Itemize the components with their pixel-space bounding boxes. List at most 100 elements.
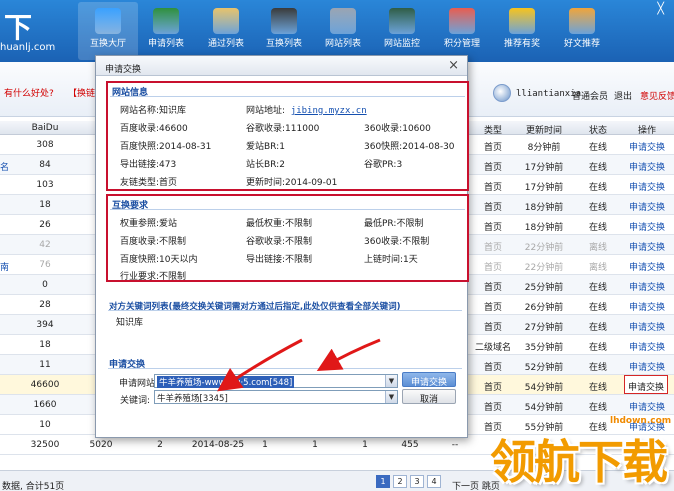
calendar-icon bbox=[449, 8, 475, 34]
nav-label: 互换列表 bbox=[265, 39, 302, 49]
nav-item-3[interactable]: 通过列表 bbox=[196, 2, 256, 60]
keyword-select[interactable]: 牛羊养殖场[3345] ▼ bbox=[154, 390, 398, 404]
nav-label: 网站列表 bbox=[324, 39, 361, 49]
nav-item-9[interactable]: 好文推荐 bbox=[552, 2, 612, 60]
cell-type: 首页 bbox=[483, 223, 502, 233]
clipboard-icon bbox=[213, 8, 239, 34]
benefit-link[interactable]: 有什么好处? bbox=[4, 86, 54, 99]
cell-baidu: 28 bbox=[39, 300, 51, 310]
row-apply-link[interactable]: 申请交换 bbox=[624, 360, 670, 373]
req-snapshot-field: 百度快照:10天以内 bbox=[120, 255, 198, 265]
cancel-button[interactable]: 取消 bbox=[402, 389, 456, 405]
cell-type: 二级域名 bbox=[474, 343, 511, 353]
cell-status: 在线 bbox=[588, 343, 607, 353]
snapshot-360-field: 360快照:2014-08-30 bbox=[364, 142, 455, 152]
cell-status: 在线 bbox=[588, 223, 607, 233]
logout-link[interactable]: 退出 bbox=[614, 89, 632, 102]
baidu-snapshot-field: 百度快照:2014-08-31 bbox=[120, 142, 212, 152]
cell-baidu: 18 bbox=[39, 340, 51, 350]
keyword-value: 牛羊养殖场[3345] bbox=[157, 394, 228, 404]
row-apply-link[interactable]: 申请交换 bbox=[624, 300, 670, 313]
cell-baidu: 308 bbox=[36, 140, 54, 150]
dialog-close-icon[interactable]: × bbox=[448, 58, 459, 73]
cell-status: 在线 bbox=[588, 403, 607, 413]
nav-item-6[interactable]: 网站监控 bbox=[372, 2, 432, 60]
row-apply-link[interactable]: 申请交换 bbox=[624, 400, 670, 413]
nav-item-5[interactable]: 网站列表 bbox=[313, 2, 373, 60]
nav-item-1[interactable]: 互换大厅 bbox=[78, 2, 138, 60]
baidu-index-field: 百度收录:46600 bbox=[120, 124, 188, 134]
row-apply-link[interactable]: 申请交换 bbox=[624, 280, 670, 293]
cell: 1 bbox=[362, 440, 368, 450]
page-button[interactable]: 1 bbox=[376, 475, 390, 488]
cell-baidu: 1660 bbox=[33, 400, 57, 410]
cell-update-time: 52分钟前 bbox=[524, 363, 564, 373]
cell: 1 bbox=[262, 440, 268, 450]
row-apply-link[interactable]: 申请交换 bbox=[624, 220, 670, 233]
screen-icon bbox=[271, 8, 297, 34]
watermark-url: lhdown.com bbox=[610, 416, 672, 426]
chevron-down-icon[interactable]: ▼ bbox=[385, 375, 397, 387]
monitor-icon bbox=[95, 8, 121, 34]
page-button[interactable]: 3 bbox=[410, 475, 424, 488]
cell-baidu: 26 bbox=[39, 220, 51, 230]
nav-item-2[interactable]: 申请列表 bbox=[136, 2, 196, 60]
nav-label: 好文推荐 bbox=[563, 39, 600, 49]
cell: 2 bbox=[157, 440, 163, 450]
row-apply-link[interactable]: 申请交换 bbox=[624, 340, 670, 353]
aizhan-br-field: 爱站BR:1 bbox=[246, 142, 285, 152]
min-weight-field: 最低权重:不限制 bbox=[246, 219, 313, 229]
row-apply-link[interactable]: 申请交换 bbox=[624, 320, 670, 333]
row-apply-link[interactable]: 申请交换 bbox=[624, 200, 670, 213]
cell-type: 首页 bbox=[483, 323, 502, 333]
apply-site-value: 牛羊养殖场-www.niu·5.com[548] bbox=[157, 376, 295, 388]
chevron-down-icon[interactable]: ▼ bbox=[385, 391, 397, 403]
google-pr-field: 谷歌PR:3 bbox=[364, 160, 403, 170]
apply-site-select[interactable]: 牛羊养殖场-www.niu·5.com[548] ▼ bbox=[154, 374, 398, 388]
site-url-field: 网站地址: jibing.myzx.cn bbox=[246, 106, 367, 116]
row-site-link[interactable]: 南 bbox=[0, 260, 9, 273]
star-icon bbox=[509, 8, 535, 34]
nav-item-7[interactable]: 积分管理 bbox=[432, 2, 492, 60]
cell-baidu: 46600 bbox=[30, 380, 60, 390]
page-button[interactable]: 2 bbox=[393, 475, 407, 488]
cell-update-time: 54分钟前 bbox=[524, 403, 564, 413]
row-apply-link[interactable]: 申请交换 bbox=[624, 160, 670, 173]
row-apply-link[interactable]: 申请交换 bbox=[624, 260, 670, 273]
globe-icon bbox=[389, 8, 415, 34]
row-apply-link[interactable]: 申请交换 bbox=[624, 140, 670, 153]
row-apply-button[interactable]: 申请交换 bbox=[624, 375, 668, 394]
site-name-field: 网站名称:知识库 bbox=[120, 106, 187, 116]
cell-baidu: 11 bbox=[39, 360, 51, 370]
apply-exchange-button[interactable]: 申请交换 bbox=[402, 372, 456, 388]
cell-update-time: 26分钟前 bbox=[524, 303, 564, 313]
nav-item-8[interactable]: 推荐有奖 bbox=[492, 2, 552, 60]
req-google-field: 谷歌收录:不限制 bbox=[246, 237, 313, 247]
zhanzhang-br-field: 站长BR:2 bbox=[246, 160, 285, 170]
cell-status: 在线 bbox=[588, 143, 607, 153]
cell-status: 在线 bbox=[588, 183, 607, 193]
user-avatar-icon bbox=[493, 84, 511, 102]
nav-label: 积分管理 bbox=[443, 39, 480, 49]
cell-type: 首页 bbox=[483, 183, 502, 193]
cell: 455 bbox=[401, 440, 419, 450]
apply-exchange-dialog: 申请交换 × 网站信息 网站名称:知识库 网站地址: jibing.myzx.c… bbox=[95, 55, 469, 438]
cell-type: 首页 bbox=[483, 203, 502, 213]
req-industry-field: 行业要求:不限制 bbox=[120, 272, 187, 282]
phone-icon bbox=[330, 8, 356, 34]
cell-update-time: 35分钟前 bbox=[524, 343, 564, 353]
cell-status: 在线 bbox=[588, 323, 607, 333]
row-site-link[interactable]: 名 bbox=[0, 160, 9, 173]
row-apply-link[interactable]: 申请交换 bbox=[624, 240, 670, 253]
row-apply-link[interactable]: 申请交换 bbox=[624, 180, 670, 193]
google-index-field: 谷歌收录:111000 bbox=[246, 124, 320, 134]
nav-label: 互换大厅 bbox=[89, 39, 126, 49]
top-close-icon[interactable]: ╳ bbox=[657, 2, 664, 15]
nav-item-4[interactable]: 互换列表 bbox=[254, 2, 314, 60]
at-icon bbox=[569, 8, 595, 34]
site-domain: huanlj.com bbox=[0, 42, 56, 53]
page-button[interactable]: 4 bbox=[427, 475, 441, 488]
site-url-link[interactable]: jibing.myzx.cn bbox=[291, 106, 367, 116]
feedback-link[interactable]: 意见反馈 bbox=[640, 89, 674, 102]
exchange-tip: 【换链 bbox=[68, 89, 96, 99]
